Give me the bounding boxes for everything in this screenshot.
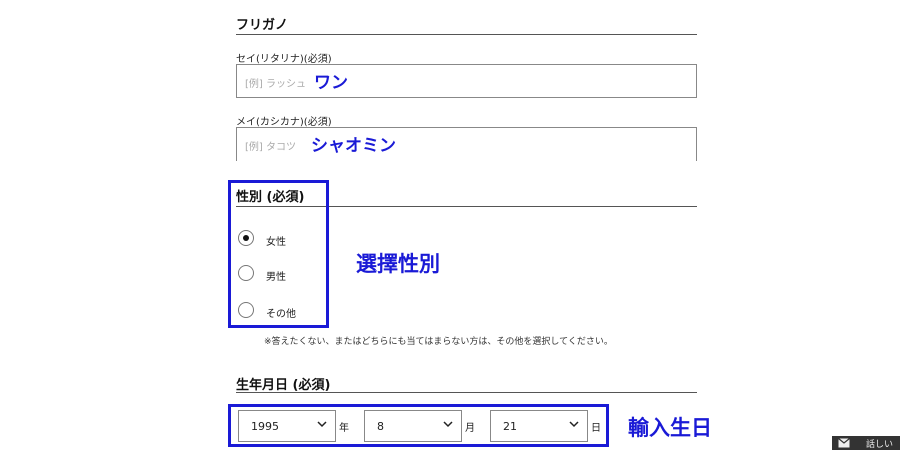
birthday-divider bbox=[236, 392, 697, 393]
birthday-title: 生年月日 (必須) bbox=[236, 378, 331, 393]
furigana-title: フリガノ bbox=[236, 18, 289, 33]
chat-button[interactable]: 話しい bbox=[832, 436, 900, 450]
furigana-divider bbox=[236, 34, 697, 35]
sei-annotation: ワン bbox=[314, 73, 348, 93]
gender-note: ※答えたくない、またはどちらにも当てはまらない方は、その他を選択してください。 bbox=[264, 337, 613, 347]
sei-placeholder: [例] ラッシュ bbox=[245, 79, 306, 90]
gender-annotation: 選擇性別 bbox=[356, 252, 440, 276]
mei-annotation: シャオミン bbox=[311, 136, 396, 156]
gender-highlight-box bbox=[228, 180, 329, 328]
mei-label: メイ(カシカナ)(必須) bbox=[236, 117, 332, 128]
birthday-annotation: 輸入生日 bbox=[628, 416, 712, 440]
sei-input[interactable]: [例] ラッシュ bbox=[236, 64, 697, 98]
birthday-highlight-box bbox=[228, 404, 609, 447]
sei-label: セイ(リタリナ)(必須) bbox=[236, 54, 332, 65]
mei-placeholder: [例] タコツ bbox=[245, 142, 296, 153]
chat-button-label: 話しい bbox=[866, 440, 894, 450]
mail-icon bbox=[838, 438, 850, 448]
mei-input[interactable]: [例] タコツ bbox=[236, 127, 697, 161]
